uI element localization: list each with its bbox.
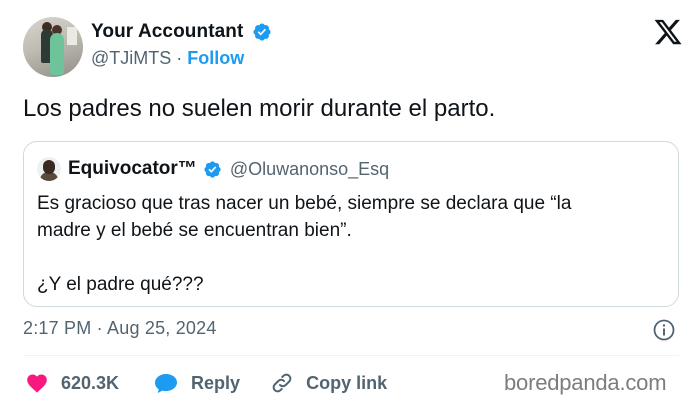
quoted-post-header: Equivocator™ @Oluwanonso_Esq <box>37 156 389 182</box>
author-handle[interactable]: @TJiMTS <box>91 48 171 68</box>
post-text: Los padres no suelen morir durante el pa… <box>23 95 496 122</box>
link-icon <box>272 373 292 393</box>
quoted-text-line: Es gracioso que tras nacer un bebé, siem… <box>37 193 572 214</box>
post-header: Your Accountant @TJiMTS · Follow <box>23 17 683 79</box>
copy-link-button[interactable]: Copy link <box>270 371 387 395</box>
info-icon[interactable] <box>652 318 676 342</box>
quoted-author-avatar <box>37 157 61 181</box>
x-logo-icon[interactable] <box>653 17 683 47</box>
quoted-post[interactable]: Equivocator™ @Oluwanonso_Esq Es gracioso… <box>23 141 679 307</box>
quoted-author-name: Equivocator™ <box>68 158 197 179</box>
quoted-text-line: ¿Y el padre qué??? <box>37 274 204 295</box>
post-timestamp[interactable]: 2:17 PM · Aug 25, 2024 <box>23 318 217 339</box>
watermark: boredpanda.com <box>504 370 667 395</box>
like-button[interactable]: 620.3K <box>25 371 119 395</box>
quoted-author-handle: @Oluwanonso_Esq <box>229 158 390 179</box>
speech-bubble-icon <box>155 374 178 393</box>
author-info: Your Accountant @TJiMTS · Follow <box>91 21 272 69</box>
verified-badge-icon <box>253 23 271 41</box>
quoted-text-line: madre y el bebé se encuentran bien”. <box>37 220 352 241</box>
separator-dot: · <box>176 48 183 68</box>
reply-label: Reply <box>191 372 241 393</box>
like-count: 620.3K <box>61 372 120 393</box>
verified-badge-icon <box>204 160 221 178</box>
divider <box>23 355 679 356</box>
quoted-post-text: Es gracioso que tras nacer un bebé, siem… <box>37 190 667 298</box>
heart-icon <box>27 374 47 393</box>
action-bar: 620.3K Reply Copy link <box>25 370 387 396</box>
reply-button[interactable]: Reply <box>153 371 240 395</box>
follow-button[interactable]: Follow <box>187 48 244 68</box>
author-avatar[interactable] <box>23 17 83 77</box>
copy-link-label: Copy link <box>306 372 388 393</box>
author-display-name[interactable]: Your Accountant <box>91 21 243 43</box>
